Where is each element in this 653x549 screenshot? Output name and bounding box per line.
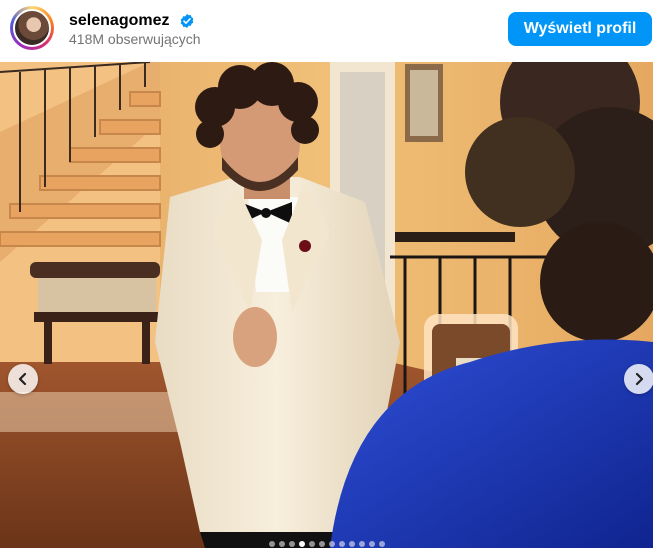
chevron-left-icon <box>18 372 27 386</box>
carousel-prev-button[interactable] <box>8 364 38 394</box>
carousel-dot <box>328 541 335 547</box>
post-header: selenagomez 418M obserwujących Wyświetl … <box>0 0 653 62</box>
post-media[interactable] <box>0 62 653 548</box>
view-profile-button[interactable]: Wyświetl profil <box>508 12 652 46</box>
verified-badge-icon <box>180 14 194 28</box>
post-photo <box>0 62 653 548</box>
follower-count: 418M obserwujących <box>69 31 201 47</box>
carousel-dot <box>268 541 275 547</box>
carousel-dot <box>368 541 375 547</box>
carousel-dot <box>338 541 345 547</box>
carousel-dot <box>278 541 285 547</box>
carousel-next-button[interactable] <box>624 364 653 394</box>
story-ring[interactable] <box>10 6 54 50</box>
carousel-dot <box>298 541 305 547</box>
username[interactable]: selenagomez <box>69 12 169 30</box>
carousel-dot <box>358 541 365 547</box>
avatar[interactable] <box>13 9 51 47</box>
carousel-dot <box>318 541 325 547</box>
carousel-dot <box>288 541 295 547</box>
carousel-dot <box>308 541 315 547</box>
carousel-dot <box>348 541 355 547</box>
carousel-dot <box>378 541 385 547</box>
chevron-right-icon <box>635 372 644 386</box>
